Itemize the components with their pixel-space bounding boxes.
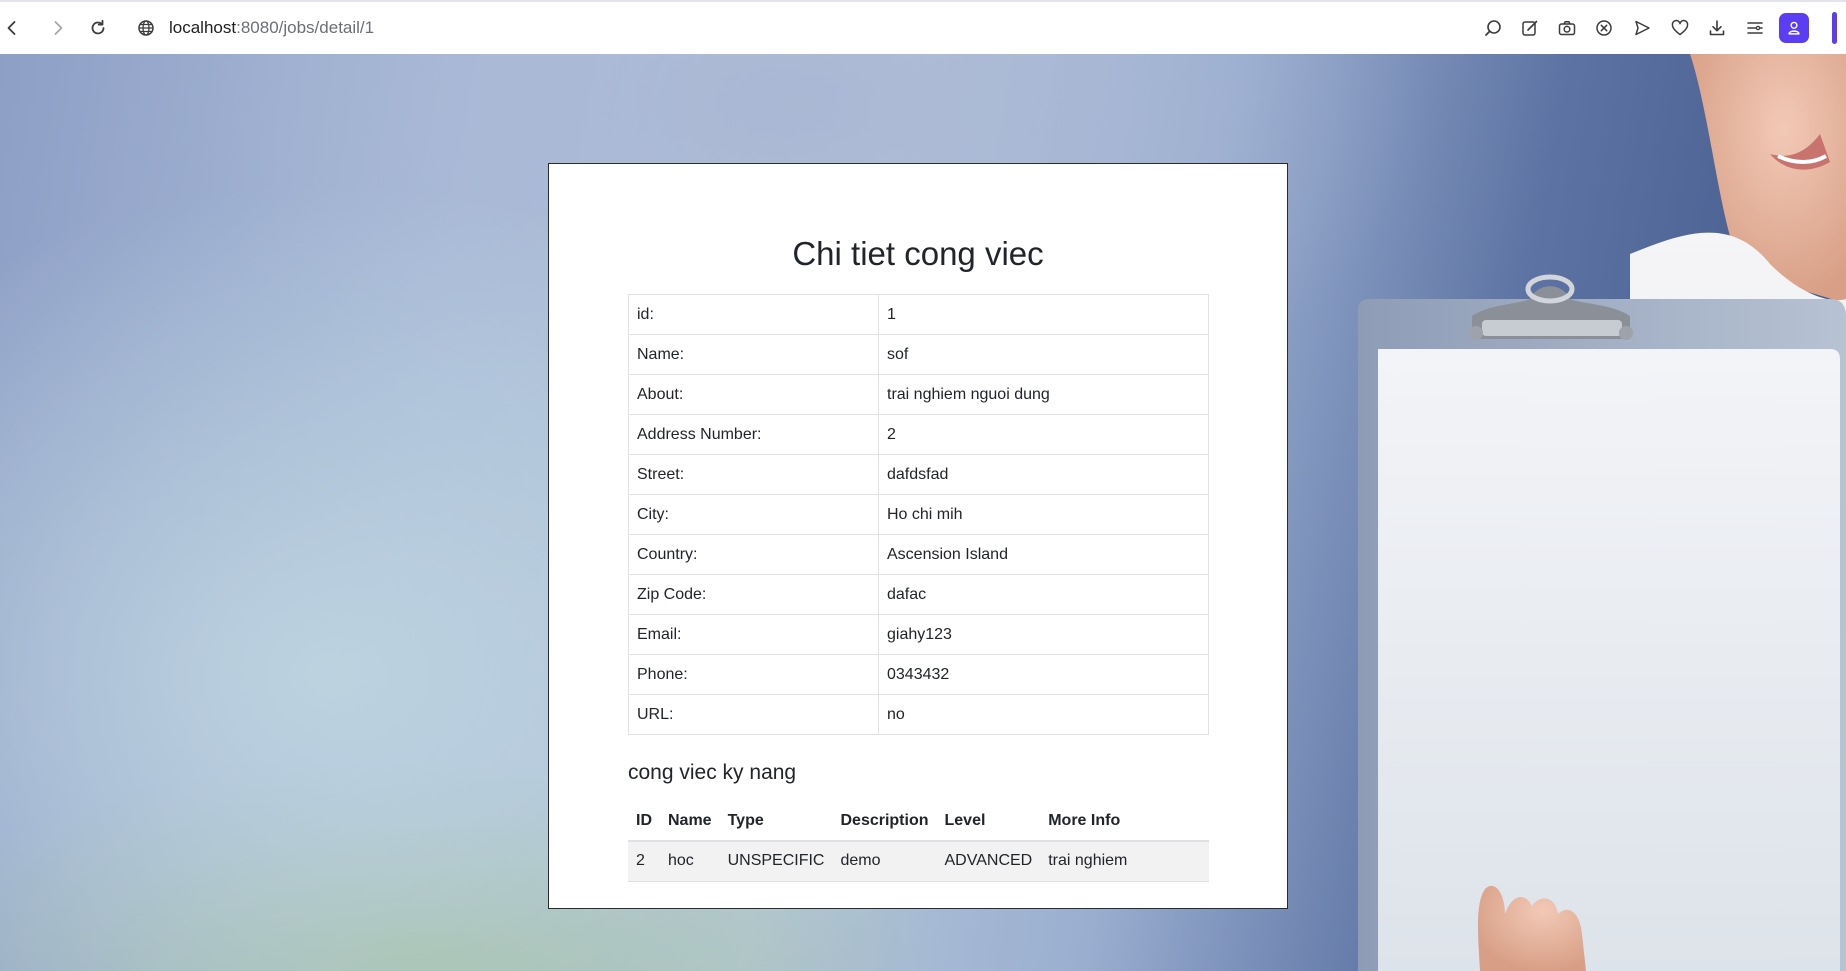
job-detail-card: Chi tiet cong viec id: 1 Name: sof About: t…	[548, 163, 1288, 909]
table-row: Zip Code: dafac	[628, 574, 1209, 615]
skill-id-cell: 2	[628, 841, 660, 882]
table-row: URL: no	[628, 694, 1209, 735]
profile-button[interactable]	[1779, 13, 1809, 43]
edit-icon[interactable]	[1514, 12, 1546, 44]
person-icon	[1788, 21, 1800, 35]
forward-icon[interactable]	[42, 12, 74, 44]
job-skills-table: ID Name Type Description Level More Info…	[628, 801, 1209, 882]
detail-label: URL:	[628, 694, 879, 735]
detail-value: Ascension Island	[878, 534, 1209, 575]
heart-icon[interactable]	[1664, 12, 1696, 44]
detail-label: Phone:	[628, 654, 879, 695]
reload-icon[interactable]	[82, 12, 114, 44]
column-header-name: Name	[660, 801, 720, 842]
table-row: Address Number: 2	[628, 414, 1209, 455]
detail-label: Name:	[628, 334, 879, 375]
column-header-type: Type	[719, 801, 833, 842]
column-header-description: Description	[832, 801, 937, 842]
detail-value: sof	[878, 334, 1209, 375]
skill-level-cell: ADVANCED	[936, 841, 1041, 882]
column-header-level: Level	[936, 801, 1041, 842]
detail-value: Ho chi mih	[878, 494, 1209, 535]
url-path: :8080/jobs/detail/1	[236, 18, 375, 37]
close-circle-icon[interactable]	[1588, 12, 1620, 44]
detail-label: Country:	[628, 534, 879, 575]
job-detail-table: id: 1 Name: sof About: trai nghiem nguoi du…	[628, 294, 1209, 735]
site-info-globe-icon[interactable]	[130, 12, 162, 44]
download-icon[interactable]	[1701, 12, 1733, 44]
detail-value: giahy123	[878, 614, 1209, 655]
column-header-more-info: More Info	[1040, 801, 1209, 842]
detail-value: dafac	[878, 574, 1209, 615]
detail-value: trai nghiem nguoi dung	[878, 374, 1209, 415]
detail-value: 2	[878, 414, 1209, 455]
page-viewport: Chi tiet cong viec id: 1 Name: sof About: t…	[0, 54, 1846, 971]
detail-label: id:	[628, 294, 879, 335]
detail-label: Address Number:	[628, 414, 879, 455]
table-row: id: 1	[628, 294, 1209, 335]
skills-section-title: cong viec ky nang	[628, 761, 797, 784]
skill-more-info-cell: trai nghiem	[1040, 841, 1209, 882]
detail-label: About:	[628, 374, 879, 415]
detail-label: Email:	[628, 614, 879, 655]
column-header-id: ID	[628, 801, 660, 842]
table-row: Country: Ascension Island	[628, 534, 1209, 575]
detail-value: 0343432	[878, 654, 1209, 695]
back-icon[interactable]	[0, 12, 28, 44]
sidebar-toggle[interactable]	[1832, 12, 1837, 44]
table-row: Phone: 0343432	[628, 654, 1209, 695]
table-row: About: trai nghiem nguoi dung	[628, 374, 1209, 415]
browser-toolbar: localhost:8080/jobs/detail/1	[0, 0, 1846, 54]
table-row: Street: dafdsfad	[628, 454, 1209, 495]
skill-name-cell: hoc	[660, 841, 720, 882]
table-header-row: ID Name Type Description Level More Info	[628, 801, 1209, 842]
detail-label: Zip Code:	[628, 574, 879, 615]
table-row: City: Ho chi mih	[628, 494, 1209, 535]
table-row: 2 hoc UNSPECIFIC demo ADVANCED trai nghi…	[628, 841, 1209, 882]
search-page-icon[interactable]	[1477, 12, 1509, 44]
detail-value: no	[878, 694, 1209, 735]
send-icon[interactable]	[1626, 12, 1658, 44]
table-row: Name: sof	[628, 334, 1209, 375]
address-bar[interactable]: localhost:8080/jobs/detail/1	[169, 17, 374, 39]
detail-value: dafdsfad	[878, 454, 1209, 495]
menu-lines-icon[interactable]	[1739, 12, 1771, 44]
skill-description-cell: demo	[832, 841, 937, 882]
background-clipboard-image	[1358, 54, 1846, 971]
camera-icon[interactable]	[1551, 12, 1583, 44]
page-title: Chi tiet cong viec	[792, 235, 1044, 272]
table-row: Email: giahy123	[628, 614, 1209, 655]
skill-type-cell: UNSPECIFIC	[719, 841, 833, 882]
detail-value: 1	[878, 294, 1209, 335]
detail-label: Street:	[628, 454, 879, 495]
detail-label: City:	[628, 494, 879, 535]
url-host: localhost	[169, 18, 237, 37]
